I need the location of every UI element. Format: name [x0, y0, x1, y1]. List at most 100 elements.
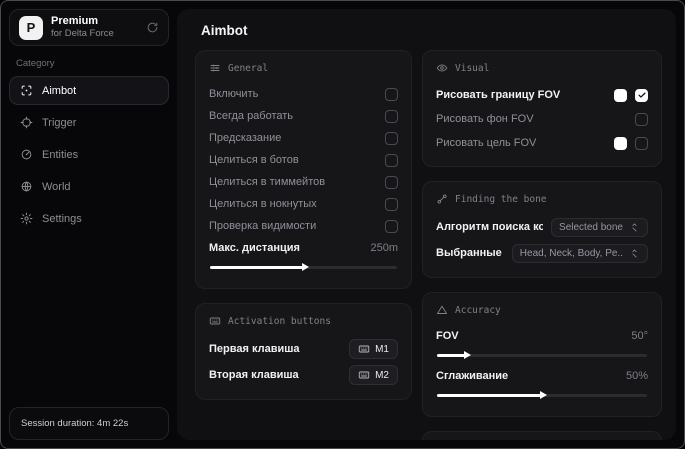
max-distance-value: 250m [370, 242, 398, 254]
slider-thumb[interactable] [540, 391, 547, 399]
bone-setting-label: Выбранные кос [436, 247, 504, 259]
app-subtitle: for Delta Force [51, 28, 114, 40]
category-label: Category [16, 58, 55, 69]
color-swatch[interactable] [614, 136, 627, 150]
visual-checkbox[interactable] [635, 136, 648, 150]
visual-option-row: Рисовать фон FOV [436, 107, 648, 131]
slider-thumb[interactable] [464, 351, 472, 359]
sidebar-item-trigger[interactable]: Trigger [9, 108, 169, 137]
accuracy-slider[interactable] [437, 349, 647, 361]
activation-header-label: Activation buttons [228, 315, 331, 327]
panel-columns: General Включить Всегда работать Предсказа… [195, 50, 662, 440]
crosshair-icon [20, 116, 33, 129]
visual-checkbox[interactable] [635, 112, 648, 126]
finding-the-bone-card: Finding the bone Алгоритм поиска кост Sel… [422, 181, 662, 278]
option-label: Целиться в тиммейтов [209, 176, 326, 188]
bone-select[interactable]: Selected bone [551, 217, 648, 237]
visual-controls [614, 88, 648, 102]
sidebar-item-settings[interactable]: Settings [9, 204, 169, 233]
sliders-icon [209, 62, 221, 74]
scan-icon [20, 84, 33, 97]
sidebar-item-world[interactable]: World [9, 172, 169, 201]
option-label: Проверка видимости [209, 220, 317, 232]
accuracy-slider[interactable] [437, 389, 647, 401]
sidebar-nav: Aimbot Trigger Entities World Settings [9, 76, 169, 233]
visual-option-label: Рисовать фон FOV [436, 113, 534, 125]
slider-fill [437, 394, 542, 397]
accuracy-rows: FOV 50° Сглаживание 50% [436, 325, 648, 401]
accuracy-label-row: FOV 50° [436, 325, 648, 347]
gear-icon [20, 212, 33, 225]
slider-fill [210, 266, 304, 269]
activation-rows: Первая клавиша M1 Вторая клавиша M2 [209, 336, 398, 388]
option-checkbox[interactable] [385, 197, 398, 211]
keybind-button[interactable]: M1 [349, 339, 398, 359]
general-option-row: Целиться в нокнутых [209, 193, 398, 215]
bone-rows: Алгоритм поиска кост Selected bone Выбранн… [436, 214, 648, 266]
radar-icon [20, 148, 33, 161]
bone-header: Finding the bone [436, 193, 648, 205]
visual-header: Visual [436, 62, 648, 74]
visual-option-row: Рисовать границу FOV [436, 83, 648, 107]
select-value: Head, Neck, Body, Pe.. [519, 247, 623, 259]
visual-rows: Рисовать границу FOV Рисовать фон FOV Рисо… [436, 83, 648, 155]
sidebar-item-aimbot[interactable]: Aimbot [9, 76, 169, 105]
max-distance-slider[interactable] [210, 261, 397, 273]
sidebar-item-label: Aimbot [42, 84, 77, 97]
accuracy-card: Accuracy FOV 50° Сглаживание 50% [422, 292, 662, 417]
keybind-row: Первая клавиша M1 [209, 336, 398, 362]
visual-controls [614, 136, 648, 150]
visual-controls [635, 112, 648, 126]
accuracy-header: Accuracy [436, 304, 648, 316]
max-distance-label: Макс. дистанция [209, 242, 300, 254]
refresh-icon[interactable] [146, 21, 159, 34]
accuracy-label-row: Сглаживание 50% [436, 365, 648, 387]
option-label: Предсказание [209, 132, 282, 144]
general-rows: Включить Всегда работать Предсказание Целит… [209, 83, 398, 237]
general-header: General [209, 62, 398, 74]
bone-icon [436, 193, 448, 205]
slider-fill [437, 354, 467, 357]
general-option-row: Целиться в тиммейтов [209, 171, 398, 193]
bone-select[interactable]: Head, Neck, Body, Pe.. [511, 243, 648, 263]
sidebar-item-label: Settings [42, 212, 82, 225]
visual-checkbox[interactable] [635, 88, 648, 102]
option-checkbox[interactable] [385, 87, 398, 101]
option-checkbox[interactable] [385, 219, 398, 233]
option-checkbox[interactable] [385, 153, 398, 167]
page-title: Aimbot [201, 23, 248, 38]
keybind-label: Первая клавиша [209, 343, 300, 355]
option-checkbox[interactable] [385, 175, 398, 189]
sidebar-item-label: Entities [42, 148, 79, 161]
keyboard-icon [358, 369, 370, 381]
option-label: Целиться в ботов [209, 154, 299, 166]
sidebar-item-label: Trigger [42, 116, 77, 129]
option-checkbox[interactable] [385, 131, 398, 145]
visual-option-label: Рисовать цель FOV [436, 137, 537, 149]
keybind-button[interactable]: M2 [349, 365, 398, 385]
premium-card: P Premium for Delta Force [9, 9, 169, 46]
option-label: Целиться в нокнутых [209, 198, 317, 210]
keybind-value: M1 [375, 343, 389, 355]
visual-option-label: Рисовать границу FOV [436, 89, 561, 101]
sidebar-item-entities[interactable]: Entities [9, 140, 169, 169]
slider-thumb[interactable] [301, 263, 309, 271]
accuracy-label: Сглаживание [436, 370, 509, 382]
visual-option-row: Рисовать цель FOV [436, 131, 648, 155]
bone-setting-label: Алгоритм поиска кост [436, 221, 543, 233]
color-swatch[interactable] [614, 88, 627, 102]
accuracy-value: 50° [631, 330, 648, 342]
keybind-row: Вторая клавиша M2 [209, 362, 398, 388]
session-duration-text: Session duration: 4m 22s [21, 418, 129, 429]
general-header-label: General [228, 62, 269, 74]
sidebar-item-label: World [42, 180, 71, 193]
bone-setting-row: Выбранные кос Head, Neck, Body, Pe.. [436, 240, 648, 266]
option-checkbox[interactable] [385, 109, 398, 123]
visual-card: Visual Рисовать границу FOV Рисовать фон … [422, 50, 662, 167]
triangle-icon [436, 304, 448, 316]
general-option-row: Всегда работать [209, 105, 398, 127]
select-value: Selected bone [559, 221, 623, 233]
unfold-icon [629, 248, 640, 259]
keybind-value: M2 [375, 369, 389, 381]
left-column: General Включить Всегда работать Предсказа… [195, 50, 412, 400]
